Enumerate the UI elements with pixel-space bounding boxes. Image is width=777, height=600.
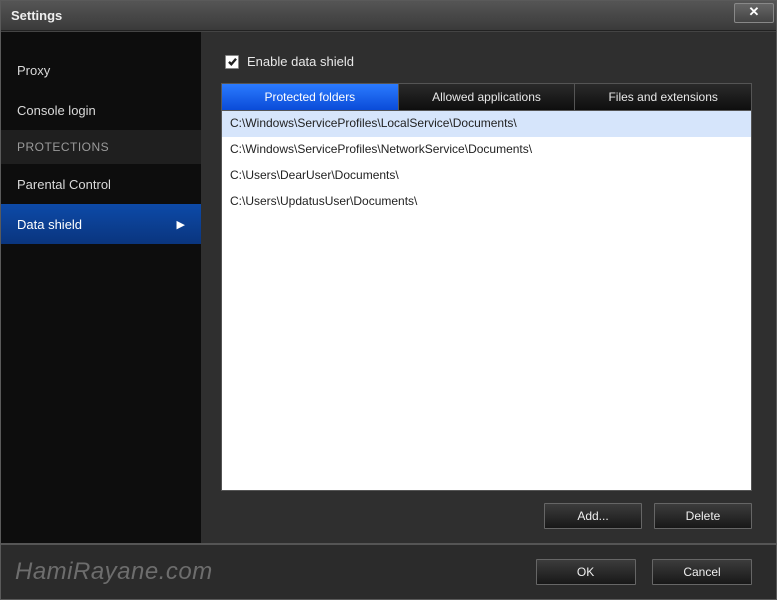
close-icon: ✕ — [749, 4, 760, 19]
list-item[interactable]: C:\Users\DearUser\Documents\ — [222, 163, 751, 189]
button-label: OK — [577, 565, 594, 579]
sidebar-item-data-shield[interactable]: Data shield ▶ — [1, 204, 201, 244]
folder-path: C:\Users\DearUser\Documents\ — [230, 168, 399, 182]
add-button[interactable]: Add... — [544, 503, 642, 529]
sidebar-item-label: Console login — [17, 103, 96, 118]
folder-path: C:\Users\UpdatusUser\Documents\ — [230, 194, 417, 208]
list-item[interactable]: C:\Windows\ServiceProfiles\NetworkServic… — [222, 137, 751, 163]
button-label: Cancel — [683, 565, 720, 579]
list-actions: Add... Delete — [221, 503, 752, 529]
tab-label: Allowed applications — [432, 90, 541, 104]
tab-label: Files and extensions — [608, 90, 717, 104]
sidebar-item-console-login[interactable]: Console login — [1, 90, 201, 130]
sidebar: Proxy Console login PROTECTIONS Parental… — [1, 32, 201, 543]
footer: HamiRayane.com OK Cancel — [1, 543, 776, 599]
close-button[interactable]: ✕ — [734, 3, 774, 23]
sidebar-section-label: PROTECTIONS — [17, 140, 109, 154]
sidebar-item-parental-control[interactable]: Parental Control — [1, 164, 201, 204]
sidebar-item-label: Parental Control — [17, 177, 111, 192]
tab-allowed-applications[interactable]: Allowed applications — [399, 84, 576, 110]
tab-protected-folders[interactable]: Protected folders — [222, 84, 399, 110]
watermark-text: HamiRayane.com — [15, 558, 213, 586]
enable-data-shield-label: Enable data shield — [247, 54, 354, 69]
cancel-button[interactable]: Cancel — [652, 559, 752, 585]
enable-data-shield-checkbox[interactable] — [225, 55, 239, 69]
folder-path: C:\Windows\ServiceProfiles\LocalService\… — [230, 116, 517, 130]
button-label: Add... — [577, 509, 608, 523]
footer-buttons: OK Cancel — [524, 559, 752, 585]
tab-files-and-extensions[interactable]: Files and extensions — [575, 84, 751, 110]
folder-path: C:\Windows\ServiceProfiles\NetworkServic… — [230, 142, 532, 156]
settings-window: Settings ✕ Proxy Console login PROTECTIO… — [0, 0, 777, 600]
tab-label: Protected folders — [264, 90, 355, 104]
list-item[interactable]: C:\Users\UpdatusUser\Documents\ — [222, 189, 751, 215]
delete-button[interactable]: Delete — [654, 503, 752, 529]
sidebar-section-header: PROTECTIONS — [1, 130, 201, 164]
window-body: Proxy Console login PROTECTIONS Parental… — [1, 31, 776, 543]
list-item[interactable]: C:\Windows\ServiceProfiles\LocalService\… — [222, 111, 751, 137]
enable-data-shield-row: Enable data shield — [225, 54, 752, 69]
check-icon — [227, 56, 238, 67]
content-panel: Enable data shield Protected folders All… — [201, 32, 776, 543]
chevron-right-icon: ▶ — [177, 218, 185, 231]
ok-button[interactable]: OK — [536, 559, 636, 585]
sidebar-item-proxy[interactable]: Proxy — [1, 50, 201, 90]
window-title: Settings — [11, 8, 62, 23]
titlebar: Settings ✕ — [1, 1, 776, 31]
sidebar-item-label: Data shield — [17, 217, 82, 232]
tabs: Protected folders Allowed applications F… — [221, 83, 752, 111]
button-label: Delete — [686, 509, 721, 523]
protected-folders-list[interactable]: C:\Windows\ServiceProfiles\LocalService\… — [221, 111, 752, 491]
sidebar-item-label: Proxy — [17, 63, 50, 78]
